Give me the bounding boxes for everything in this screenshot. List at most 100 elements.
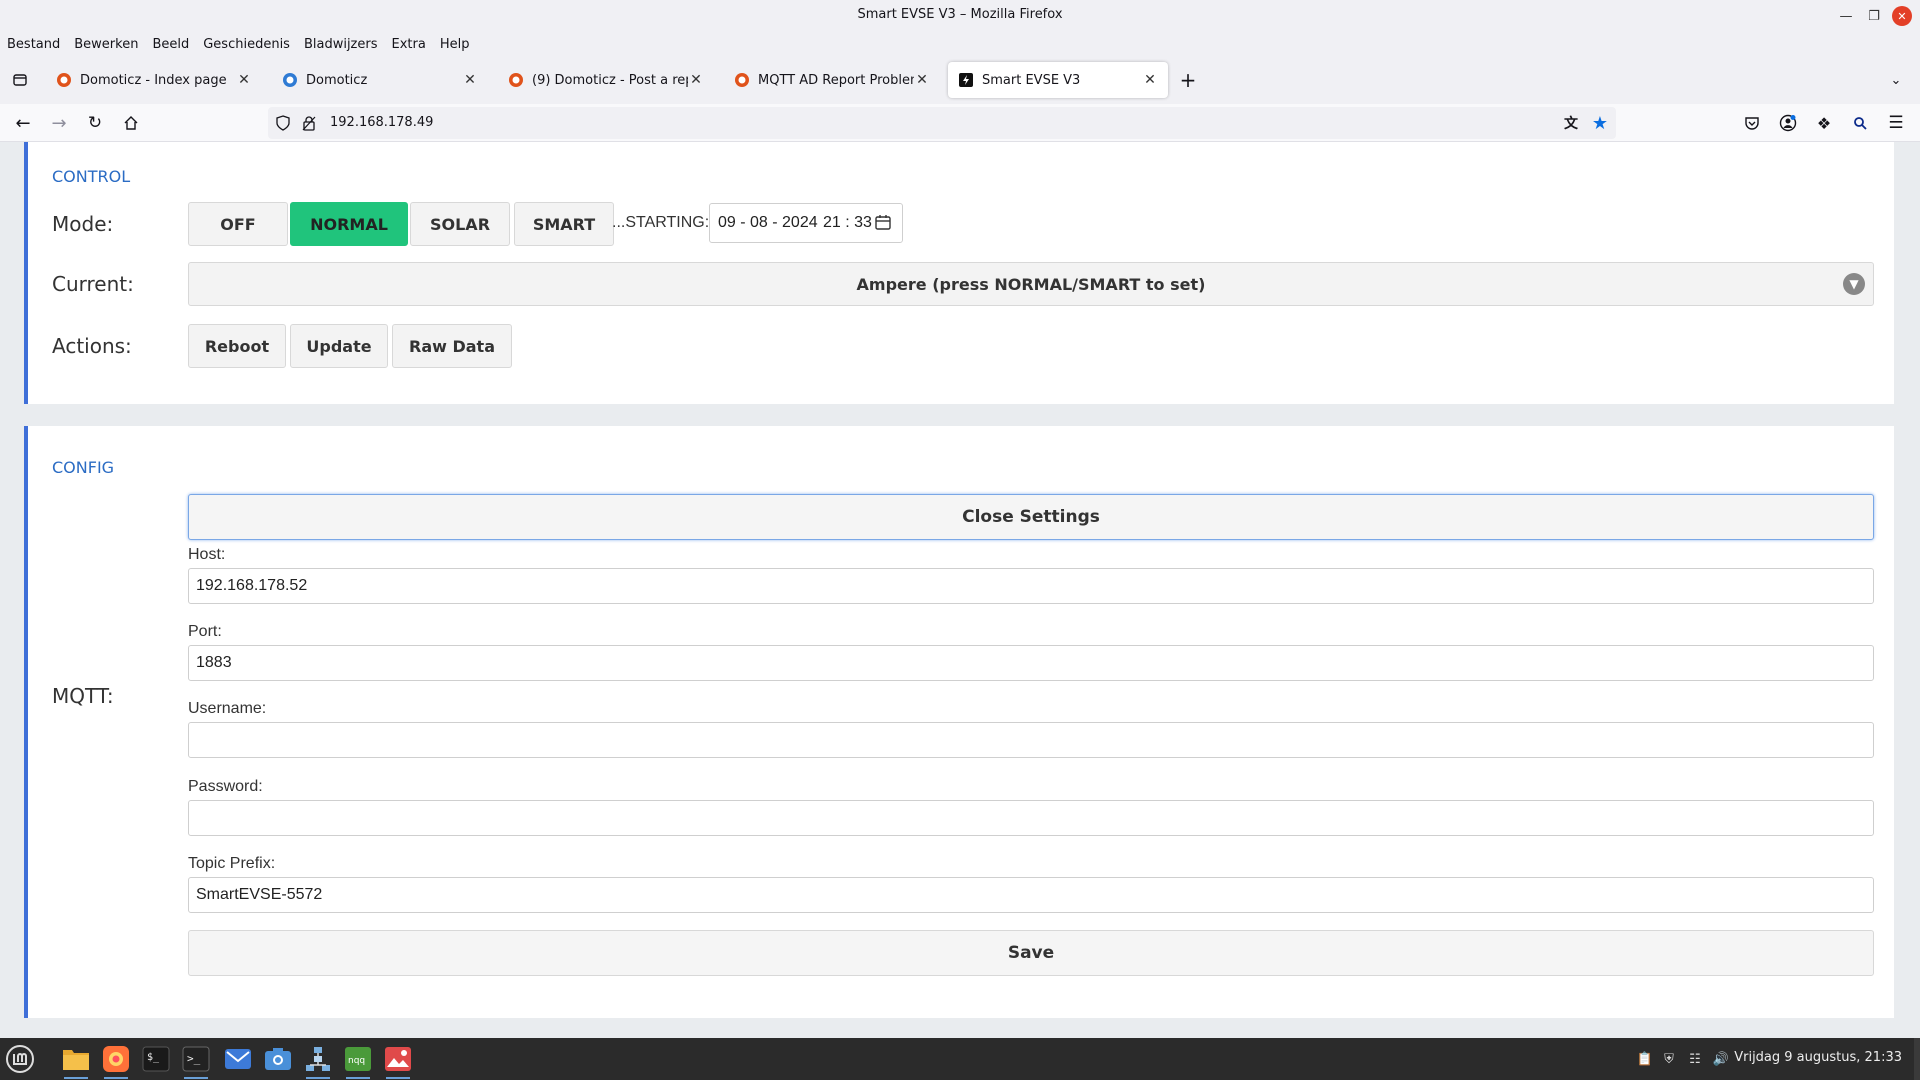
starting-label: ...STARTING: [612, 214, 710, 231]
update-button[interactable]: Update [290, 324, 388, 368]
current-label: Current: [52, 272, 134, 296]
username-input[interactable] [188, 722, 1874, 758]
chevron-down-icon: ▼ [1843, 273, 1865, 295]
tab-overview-icon[interactable] [10, 70, 30, 90]
mode-normal-button[interactable]: NORMAL [290, 202, 408, 246]
back-icon[interactable]: ← [12, 113, 34, 134]
files-icon[interactable] [60, 1043, 92, 1079]
svg-text:nqq: nqq [348, 1056, 365, 1066]
firefox-icon[interactable] [100, 1043, 132, 1079]
url-text: 192.168.178.49 [330, 115, 434, 130]
image-viewer-icon[interactable] [382, 1043, 414, 1079]
tab-close-icon[interactable]: ✕ [236, 72, 252, 88]
taskbar: $_ >_ nqq 📋 ⛨ ☷ 🔊 Vrijdag 9 augustus, 21… [0, 1038, 1920, 1080]
maximize-button[interactable]: ❐ [1864, 6, 1884, 26]
tab-close-icon[interactable]: ✕ [1142, 72, 1158, 88]
smartevse-icon [959, 73, 973, 87]
start-datetime-input[interactable]: 09 - 08 - 2024 21 : 33 [709, 203, 903, 243]
window-titlebar: Smart EVSE V3 – Mozilla Firefox — ❐ ✕ [0, 0, 1920, 32]
menu-bestand[interactable]: Bestand [7, 32, 60, 58]
close-settings-button[interactable]: Close Settings [188, 494, 1874, 540]
show-desktop-button[interactable] [1914, 1038, 1920, 1080]
new-tab-icon[interactable]: + [1178, 68, 1198, 92]
save-button[interactable]: Save [188, 930, 1874, 976]
menu-bladwijzers[interactable]: Bladwijzers [304, 32, 378, 58]
terminal-icon[interactable]: $_ [140, 1043, 172, 1075]
username-label: Username: [188, 700, 267, 717]
domoticz-icon [735, 73, 749, 87]
actions-label: Actions: [52, 334, 132, 358]
menu-bar: Bestand Bewerken Beeld Geschiedenis Blad… [0, 32, 1920, 58]
mode-smart-button[interactable]: SMART [514, 202, 614, 246]
tab-mqtt-report[interactable]: MQTT AD Report Problems ✕ [724, 62, 940, 98]
svg-text:$_: $_ [147, 1052, 160, 1063]
menu-extra[interactable]: Extra [392, 32, 426, 58]
password-input[interactable] [188, 800, 1874, 836]
mode-label: Mode: [52, 212, 114, 236]
taskbar-clock[interactable]: Vrijdag 9 augustus, 21:33 [1734, 1050, 1902, 1065]
menu-bewerken[interactable]: Bewerken [74, 32, 138, 58]
close-window-button[interactable]: ✕ [1892, 6, 1912, 26]
network-icon[interactable] [302, 1043, 334, 1079]
reload-icon[interactable]: ↻ [84, 113, 106, 133]
tab-domoticz[interactable]: Domoticz ✕ [272, 62, 488, 98]
mqtt-label: MQTT: [52, 684, 114, 708]
account-icon[interactable] [1778, 113, 1798, 133]
calendar-icon[interactable] [874, 213, 892, 236]
tab-bar: Domoticz - Index page ✕ Domoticz ✕ (9) D… [0, 60, 1920, 100]
hamburger-menu-icon[interactable]: ☰ [1886, 113, 1906, 133]
current-ampere-select[interactable]: Ampere (press NORMAL/SMART to set) ▼ [188, 262, 1874, 306]
current-ampere-value: Ampere (press NORMAL/SMART to set) [856, 274, 1206, 294]
network-tray-icon[interactable]: ☷ [1686, 1050, 1704, 1068]
bookmark-star-icon[interactable]: ★ [1590, 113, 1610, 134]
list-tabs-icon[interactable]: ⌄ [1886, 70, 1906, 90]
menu-beeld[interactable]: Beeld [152, 32, 189, 58]
domoticz-icon [57, 73, 71, 87]
tab-close-icon[interactable]: ✕ [688, 72, 704, 88]
svg-text:>_: >_ [187, 1052, 201, 1065]
tab-close-icon[interactable]: ✕ [462, 72, 478, 88]
clipboard-tray-icon[interactable]: 📋 [1636, 1050, 1654, 1068]
navigation-bar: ← → ↻ 192.168.178.49 文 ★ ❖ ☰ [0, 104, 1920, 142]
host-label: Host: [188, 546, 226, 563]
terminal-dark-icon[interactable]: >_ [180, 1043, 212, 1079]
forward-icon[interactable]: → [48, 113, 70, 134]
tab-close-icon[interactable]: ✕ [914, 72, 930, 88]
screenshot-icon[interactable] [262, 1043, 294, 1075]
domoticz-icon [509, 73, 523, 87]
menu-help[interactable]: Help [440, 32, 470, 58]
shield-icon[interactable] [274, 114, 292, 132]
port-input[interactable]: 1883 [188, 645, 1874, 681]
mint-menu-icon[interactable] [4, 1043, 36, 1075]
password-label: Password: [188, 778, 263, 795]
start-time-value: 21 : 33 [823, 214, 872, 231]
volume-tray-icon[interactable]: 🔊 [1712, 1050, 1730, 1068]
lock-icon[interactable] [300, 114, 318, 132]
start-date-value: 09 - 08 - 2024 [718, 214, 818, 231]
tab-smart-evse[interactable]: Smart EVSE V3 ✕ [948, 62, 1168, 98]
nqq-icon[interactable]: nqq [342, 1043, 374, 1079]
config-card: CONFIG Close Settings MQTT: Host: 192.16… [24, 426, 1894, 1018]
search-icon[interactable] [1850, 113, 1870, 133]
tab-domoticz-index[interactable]: Domoticz - Index page ✕ [46, 62, 262, 98]
raw-data-button[interactable]: Raw Data [392, 324, 512, 368]
extensions-icon[interactable]: ❖ [1814, 113, 1834, 133]
port-label: Port: [188, 623, 222, 640]
topic-prefix-label: Topic Prefix: [188, 855, 276, 872]
topic-prefix-input[interactable]: SmartEVSE-5572 [188, 877, 1874, 913]
reboot-button[interactable]: Reboot [188, 324, 286, 368]
mail-icon[interactable] [222, 1043, 254, 1075]
domoticz-icon [283, 73, 297, 87]
menu-geschiedenis[interactable]: Geschiedenis [203, 32, 290, 58]
url-bar[interactable]: 192.168.178.49 文 ★ [268, 107, 1616, 139]
shield-tray-icon[interactable]: ⛨ [1660, 1050, 1678, 1068]
mode-off-button[interactable]: OFF [188, 202, 288, 246]
host-input[interactable]: 192.168.178.52 [188, 568, 1874, 604]
tab-domoticz-post-reply[interactable]: (9) Domoticz - Post a reply ✕ [498, 62, 714, 98]
minimize-button[interactable]: — [1836, 6, 1856, 26]
pocket-icon[interactable] [1742, 113, 1762, 133]
control-heading: CONTROL [52, 167, 131, 186]
home-icon[interactable] [120, 113, 142, 133]
mode-solar-button[interactable]: SOLAR [410, 202, 510, 246]
translate-icon[interactable]: 文 [1562, 114, 1580, 132]
